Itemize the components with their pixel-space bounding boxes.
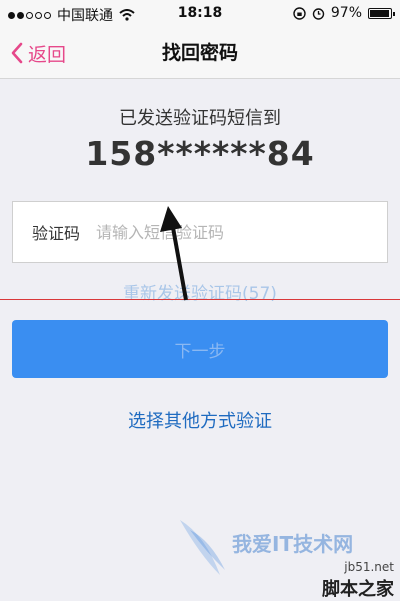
- site-name: 脚本之家: [322, 579, 394, 600]
- watermark-text: 我爱IT技术网: [232, 532, 354, 556]
- wing-logo-icon: [180, 520, 225, 575]
- site-domain: jb51.net: [344, 560, 394, 574]
- annotation-arrow-icon: [160, 206, 188, 301]
